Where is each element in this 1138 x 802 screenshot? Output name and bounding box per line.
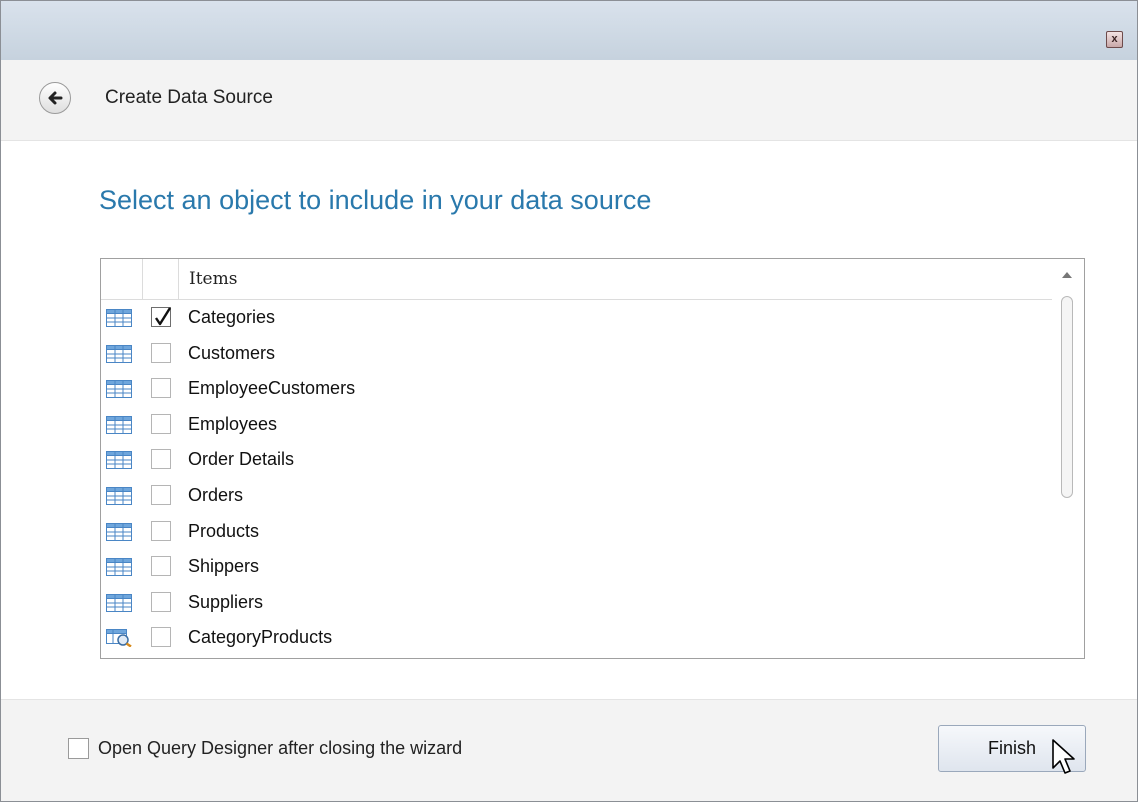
open-designer-label[interactable]: Open Query Designer after closing the wi… [98,738,462,759]
list-item[interactable]: Order Details [101,442,1052,478]
list-item[interactable]: Suppliers [101,585,1052,621]
title-bar: x [1,1,1137,60]
table-icon [106,486,132,505]
view-icon [106,629,132,648]
item-checkbox[interactable] [151,520,171,541]
item-checkbox[interactable] [151,484,171,505]
table-icon [106,415,132,434]
item-label: Shippers [188,556,260,577]
vertical-scrollbar[interactable] [1052,259,1084,658]
header-icon-column [101,259,143,299]
close-button[interactable]: x [1106,31,1123,48]
header-items-label: Items [189,269,238,289]
wizard-nav-bar: Create Data Source [1,60,1137,141]
wizard-footer: Open Query Designer after closing the wi… [1,699,1137,801]
table-icon [106,451,132,470]
mouse-cursor-icon [1052,739,1075,774]
list-item[interactable]: Shippers [101,549,1052,585]
item-checkbox[interactable] [151,556,171,577]
header-items-column[interactable] [179,259,1052,299]
item-label: Customers [188,342,276,363]
table-icon [106,593,132,612]
list-item[interactable]: Orders [101,478,1052,514]
list-item[interactable]: Products [101,514,1052,550]
list-item[interactable]: Employees [101,407,1052,443]
back-button[interactable] [39,82,71,114]
item-checkbox[interactable] [151,342,171,363]
grid-rows: Categories Customers EmployeeCustomers Empl… [101,300,1052,656]
item-checkbox[interactable] [151,413,171,434]
grid-header: Items [101,259,1052,300]
item-checkbox[interactable] [151,449,171,470]
back-arrow-icon [48,91,63,105]
item-checkbox[interactable] [151,627,171,648]
item-label: Categories [188,307,276,327]
item-label: Products [188,520,260,541]
item-label: Orders [188,484,244,505]
list-item[interactable]: EmployeeCustomers [101,371,1052,407]
item-checkbox[interactable] [151,378,171,399]
item-label: Employees [188,413,278,434]
item-checkbox[interactable] [151,307,172,327]
page-heading: Select an object to include in your data… [99,185,652,215]
item-label: Order Details [188,449,295,470]
list-item[interactable]: CategoryProducts [101,620,1052,656]
item-label: CategoryProducts [188,627,333,648]
table-icon [106,309,132,327]
scroll-up-arrow-icon[interactable] [1062,272,1072,278]
wizard-title: Create Data Source [105,87,273,108]
item-label: Suppliers [188,591,264,612]
item-checkbox[interactable] [151,591,171,612]
item-label: EmployeeCustomers [188,378,356,399]
items-grid: Items Categories Customers EmployeeCustome… [100,258,1085,659]
table-icon [106,522,132,541]
header-check-column[interactable] [143,259,179,299]
scroll-thumb[interactable] [1061,296,1073,498]
open-designer-checkbox[interactable] [68,738,89,759]
wizard-window: x Create Data Source Select an object to… [0,0,1138,802]
list-item[interactable]: Categories [101,300,1052,336]
list-item[interactable]: Customers [101,336,1052,372]
table-icon [106,344,132,363]
table-icon [106,558,132,577]
table-icon [106,380,132,399]
